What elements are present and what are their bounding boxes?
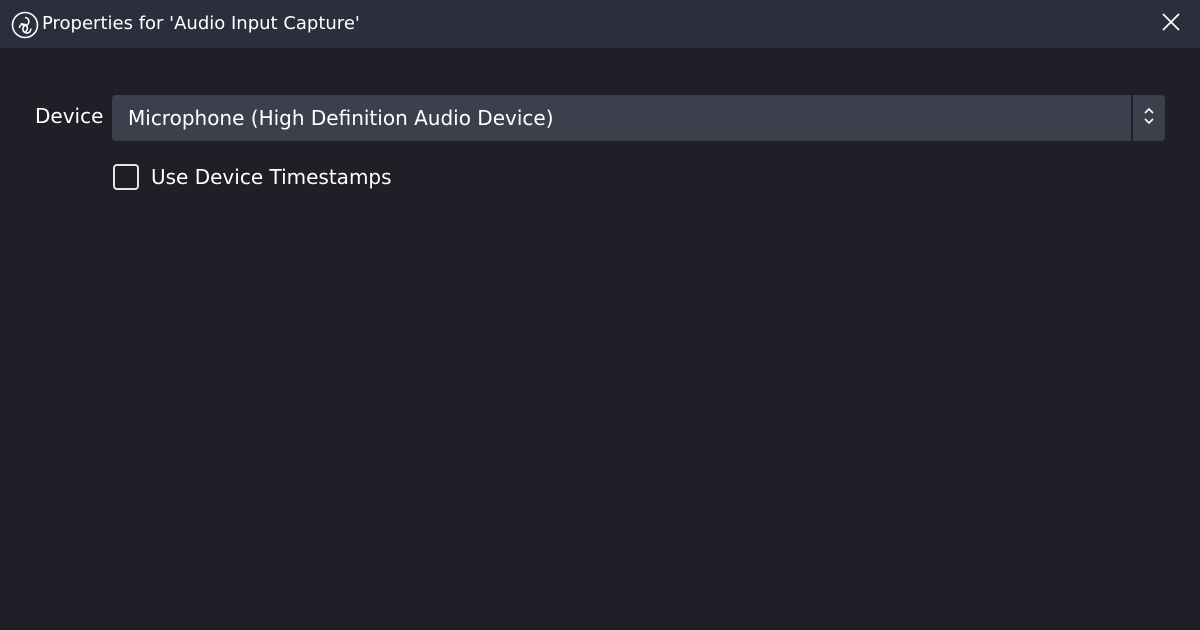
chevron-up-down-icon: [1143, 105, 1155, 131]
use-device-timestamps-option[interactable]: Use Device Timestamps: [113, 164, 392, 190]
device-label: Device: [35, 104, 104, 128]
close-icon: [1161, 12, 1181, 36]
device-select-arrows[interactable]: [1133, 95, 1165, 141]
use-device-timestamps-label: Use Device Timestamps: [151, 165, 392, 189]
device-select[interactable]: Microphone (High Definition Audio Device…: [112, 95, 1165, 141]
device-select-value: Microphone (High Definition Audio Device…: [128, 106, 554, 130]
title-bar: Properties for 'Audio Input Capture': [0, 0, 1200, 48]
obs-logo-icon: [11, 11, 39, 39]
use-device-timestamps-checkbox[interactable]: [113, 164, 139, 190]
window-title: Properties for 'Audio Input Capture': [42, 13, 360, 34]
properties-dialog: Properties for 'Audio Input Capture' Dev…: [0, 0, 1200, 630]
close-button[interactable]: [1150, 4, 1192, 44]
